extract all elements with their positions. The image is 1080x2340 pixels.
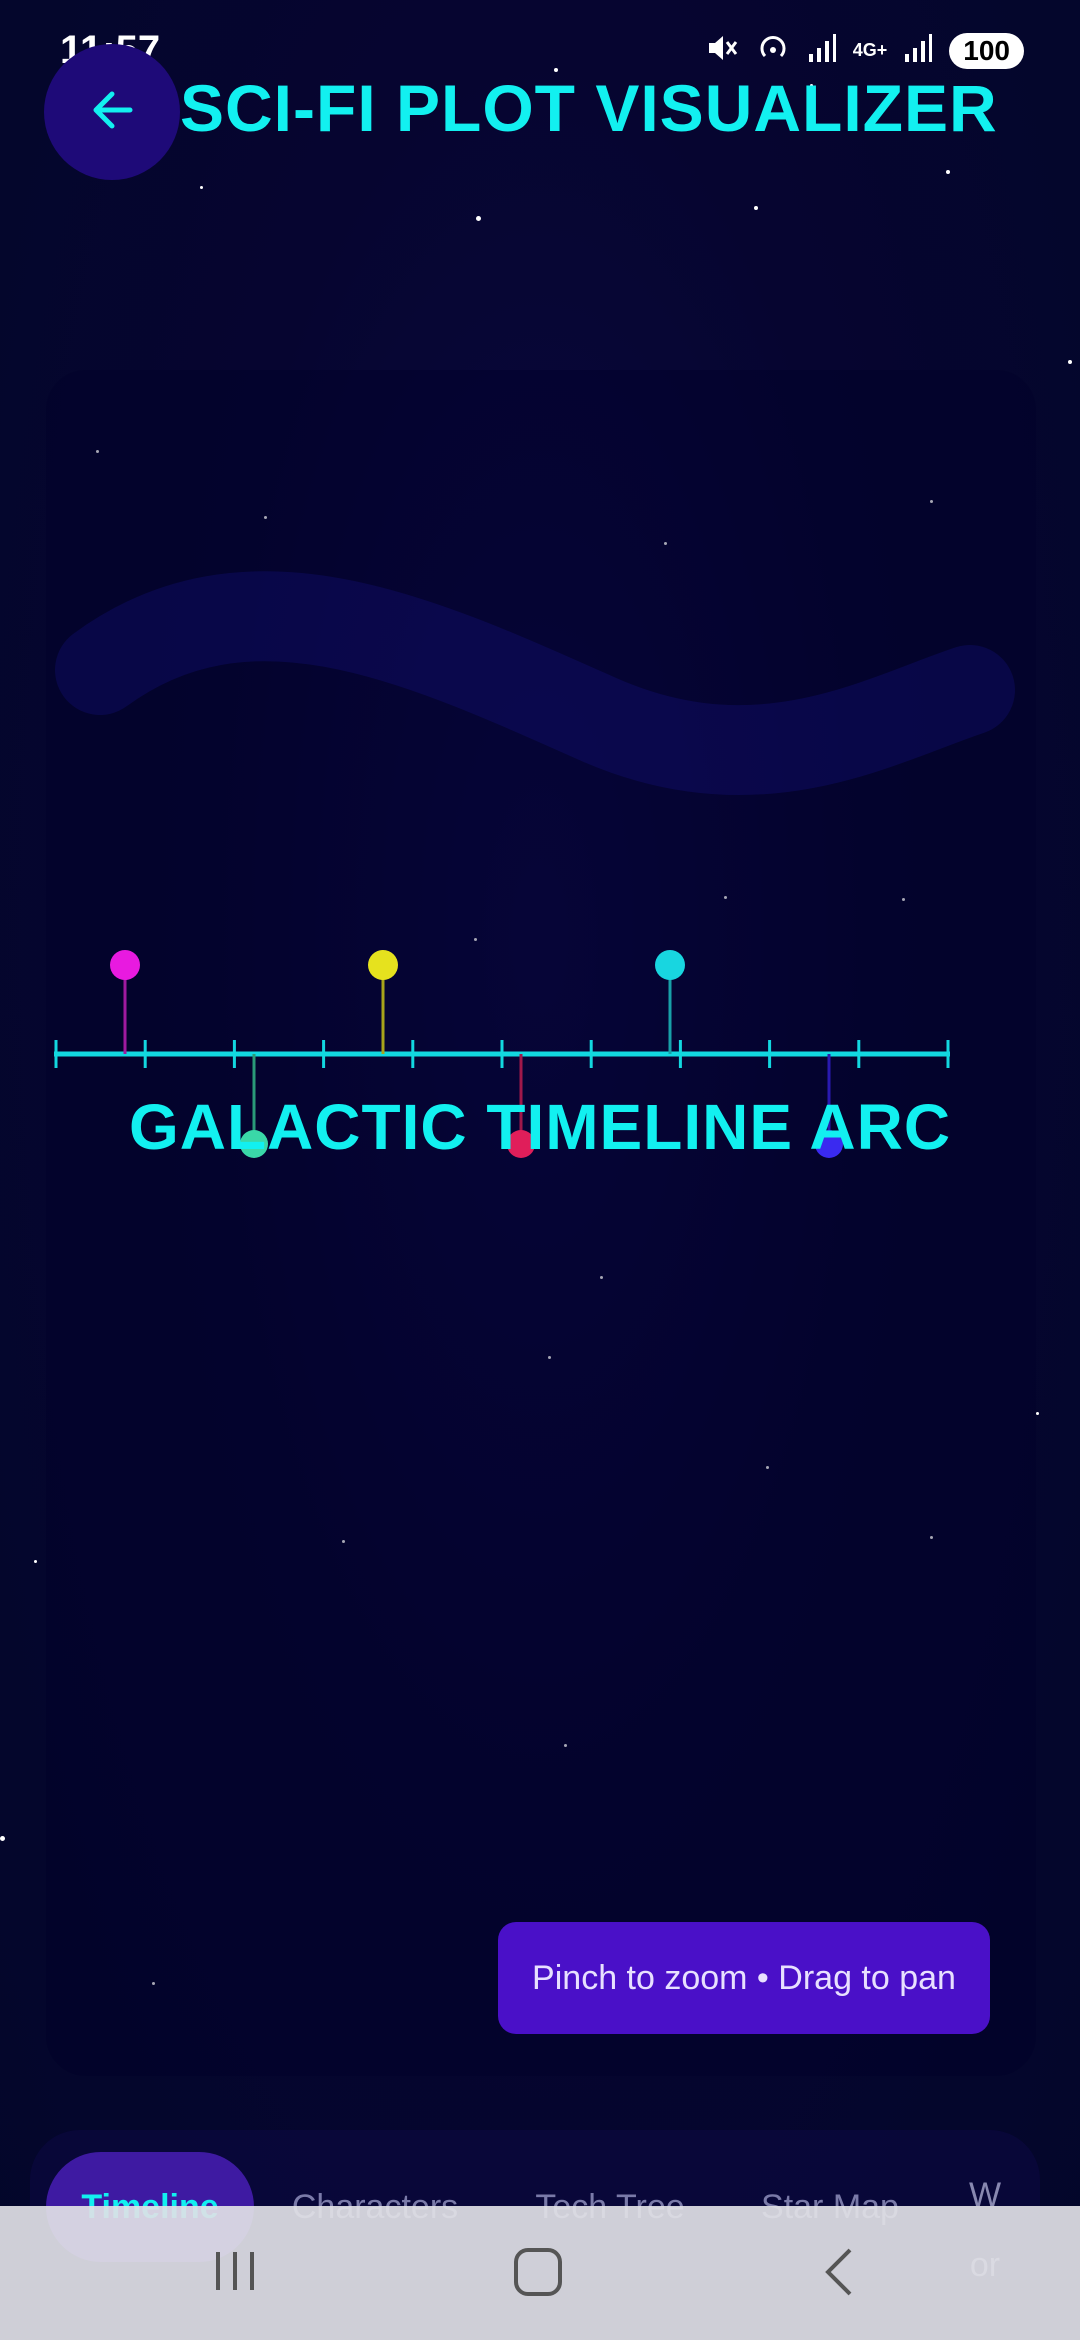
- event-marker-magenta: [110, 950, 140, 1054]
- gesture-hint: Pinch to zoom • Drag to pan: [498, 1922, 990, 2034]
- timeline-arc-title: GALACTIC TIMELINE ARC: [128, 1091, 952, 1163]
- system-nav-bar: [0, 2206, 1080, 2340]
- event-marker-yellow: [368, 950, 398, 1054]
- event-marker-cyan: [655, 950, 685, 1054]
- recent-apps-icon[interactable]: [210, 2246, 260, 2301]
- home-icon[interactable]: [512, 2246, 564, 2303]
- nebula-wave: [55, 571, 1015, 795]
- back-nav-icon[interactable]: [820, 2246, 860, 2303]
